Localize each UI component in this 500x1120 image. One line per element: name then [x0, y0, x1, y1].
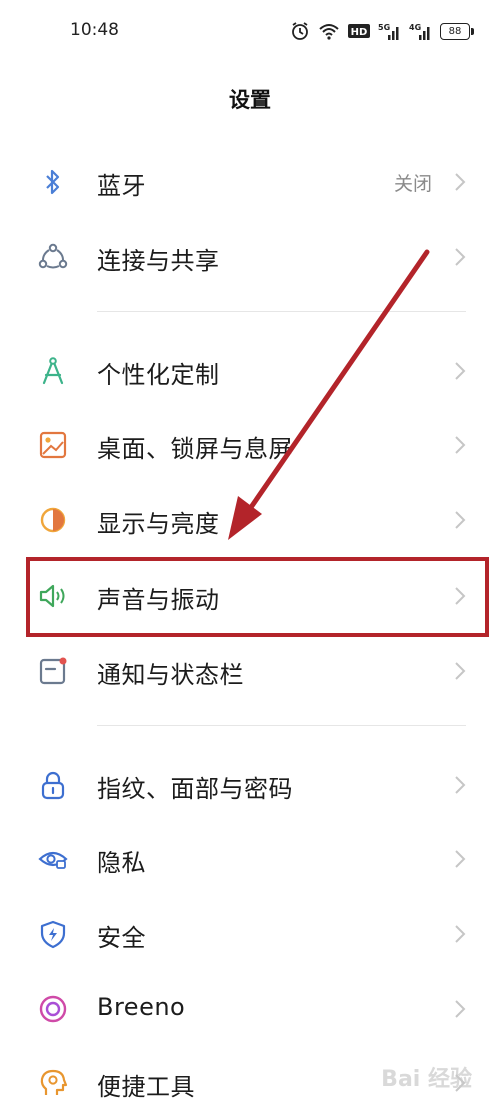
- hd-label: HD: [351, 27, 368, 38]
- hd-icon: HD: [348, 24, 370, 38]
- chevron-right-icon: [455, 436, 466, 454]
- status-icons: HD 5G 4G 88: [289, 20, 474, 42]
- chevron-right-icon: [455, 173, 466, 191]
- settings-item-label: 蓝牙: [97, 172, 146, 200]
- settings-item-security[interactable]: 安全: [0, 897, 500, 971]
- compass-icon: [38, 356, 68, 386]
- signal-4g-label: 4G: [409, 23, 421, 32]
- bluetooth-icon: [38, 167, 68, 197]
- battery-level: 88: [448, 25, 462, 37]
- chevron-right-icon: [455, 362, 466, 380]
- status-bar: 10:48 HD 5G 4G 88: [0, 0, 500, 62]
- settings-item-label: 便捷工具: [97, 1073, 195, 1101]
- chevron-right-icon: [455, 662, 466, 680]
- chevron-right-icon: [455, 511, 466, 529]
- settings-item-label: 个性化定制: [97, 361, 220, 389]
- signal-4g-icon: 4G: [409, 23, 430, 40]
- notification-icon: [38, 656, 68, 686]
- brightness-icon: [38, 505, 68, 535]
- settings-item-connection-share[interactable]: 连接与共享: [0, 220, 500, 294]
- privacy-eye-icon: [38, 844, 68, 874]
- page-title: 设置: [229, 88, 271, 112]
- breeno-icon: [38, 994, 68, 1024]
- settings-item-label: 连接与共享: [97, 247, 220, 275]
- highlight-box-annotation: [26, 557, 489, 637]
- connection-share-icon: [38, 242, 68, 272]
- settings-item-personalization[interactable]: 个性化定制: [0, 334, 500, 408]
- chevron-right-icon: [455, 248, 466, 266]
- settings-item-privacy[interactable]: 隐私: [0, 822, 500, 896]
- chevron-right-icon: [455, 925, 466, 943]
- settings-item-notification[interactable]: 通知与状态栏: [0, 634, 500, 708]
- settings-item-breeno[interactable]: Breeno: [0, 972, 500, 1046]
- chevron-right-icon: [455, 1000, 466, 1018]
- section-divider: [97, 725, 466, 726]
- settings-item-label: 显示与亮度: [97, 510, 220, 538]
- settings-item-label: 指纹、面部与密码: [97, 775, 293, 803]
- battery-icon: 88: [440, 22, 474, 40]
- settings-item-label: Breeno: [97, 993, 186, 1021]
- bluetooth-status: 关闭: [393, 173, 432, 195]
- chevron-right-icon: [455, 850, 466, 868]
- settings-item-label: 安全: [97, 924, 146, 952]
- status-time: 10:48: [70, 20, 119, 40]
- settings-item-label: 隐私: [97, 849, 146, 877]
- wallpaper-icon: [38, 430, 68, 460]
- watermark: Bai 经验: [381, 1067, 472, 1092]
- settings-item-label: 桌面、锁屏与息屏: [97, 435, 293, 463]
- signal-5g-label: 5G: [378, 23, 390, 32]
- security-shield-icon: [38, 919, 68, 949]
- lock-icon: [38, 770, 68, 800]
- settings-item-display-brightness[interactable]: 显示与亮度: [0, 483, 500, 557]
- alarm-icon: [292, 22, 308, 40]
- wifi-icon: [319, 24, 339, 40]
- section-divider: [97, 311, 466, 312]
- signal-5g-icon: 5G: [378, 23, 399, 40]
- tools-icon: [38, 1068, 68, 1098]
- settings-item-fingerprint-face-password[interactable]: 指纹、面部与密码: [0, 748, 500, 822]
- settings-item-label: 通知与状态栏: [97, 661, 244, 689]
- settings-item-wallpaper[interactable]: 桌面、锁屏与息屏: [0, 408, 500, 482]
- settings-item-bluetooth[interactable]: 蓝牙 关闭: [0, 145, 500, 219]
- chevron-right-icon: [455, 776, 466, 794]
